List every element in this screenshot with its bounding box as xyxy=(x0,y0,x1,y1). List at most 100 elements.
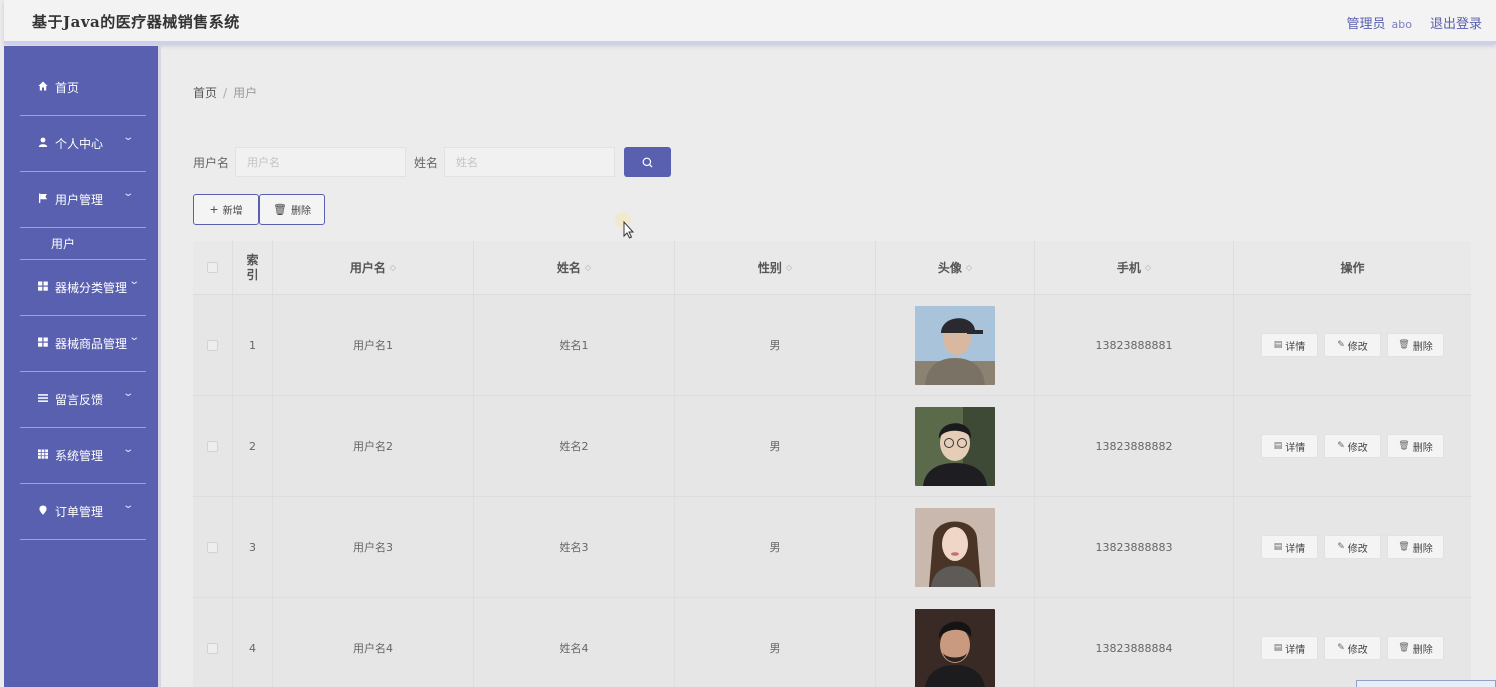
edit-icon: ✎ xyxy=(1337,542,1345,552)
row-username: 用户名3 xyxy=(273,497,474,597)
logout-link[interactable]: 退出登录 xyxy=(1430,13,1482,32)
breadcrumb-current: 用户 xyxy=(233,86,258,100)
edit-button[interactable]: ✎ 修改 xyxy=(1324,535,1381,559)
row-checkbox[interactable] xyxy=(207,339,218,351)
sidebar-item-profile[interactable]: 个人中心 ⌄ xyxy=(20,116,146,172)
header-actions-label: 操作 xyxy=(1340,261,1365,275)
edit-button-label: 修改 xyxy=(1347,644,1368,656)
row-sex: 男 xyxy=(675,598,876,687)
header-index-label: 索引 xyxy=(246,252,259,282)
admin-username: abo xyxy=(1391,18,1412,31)
table-row: 2 用户名2 姓名2 男 13823888882 ▤ 详情 ✎ 修改 🗑 删除 xyxy=(193,396,1471,497)
grid-icon xyxy=(38,449,48,462)
header-avatar-label: 头像 xyxy=(937,261,962,275)
header-sex[interactable]: 性别 ◇ xyxy=(675,241,876,294)
avatar[interactable] xyxy=(915,507,995,587)
admin-role: 管理员 xyxy=(1346,17,1386,32)
delete-button-label: 删除 xyxy=(290,206,311,217)
sort-icon: ◇ xyxy=(389,263,397,272)
edit-button[interactable]: ✎ 修改 xyxy=(1324,636,1381,660)
row-phone: 13823888884 xyxy=(1035,598,1234,687)
row-avatar-cell xyxy=(876,295,1035,395)
detail-button[interactable]: ▤ 详情 xyxy=(1261,636,1318,660)
row-phone: 13823888881 xyxy=(1035,295,1234,395)
row-username: 用户名4 xyxy=(273,598,474,687)
header-name[interactable]: 姓名 ◇ xyxy=(474,241,675,294)
sidebar-item-order-management[interactable]: 订单管理 ⌄ xyxy=(20,484,146,540)
sidebar-item-category-management[interactable]: 器械分类管理 ⌄ xyxy=(20,260,146,316)
row-checkbox[interactable] xyxy=(207,440,218,452)
chevron-down-icon: ⌄ xyxy=(127,276,140,287)
breadcrumb-home[interactable]: 首页 xyxy=(193,86,217,100)
row-username: 用户名1 xyxy=(273,295,474,395)
flag-icon xyxy=(38,193,48,206)
sort-icon: ◇ xyxy=(1144,263,1152,272)
row-actions: ▤ 详情 ✎ 修改 🗑 删除 xyxy=(1234,598,1471,687)
document-icon: ▤ xyxy=(1273,441,1283,451)
row-phone: 13823888882 xyxy=(1035,396,1234,496)
search-button[interactable] xyxy=(624,147,672,177)
detail-button[interactable]: ▤ 详情 xyxy=(1261,535,1318,559)
sidebar-item-product-management[interactable]: 器械商品管理 ⌄ xyxy=(20,316,146,372)
header-avatar[interactable]: 头像 ◇ xyxy=(876,241,1035,294)
document-icon: ▤ xyxy=(1273,542,1283,552)
add-button[interactable]: + 新增 xyxy=(193,194,259,225)
row-index: 1 xyxy=(233,295,273,395)
detail-button-label: 详情 xyxy=(1285,341,1306,353)
delete-button[interactable]: 🗑 删除 xyxy=(1387,636,1444,660)
row-checkbox-cell xyxy=(193,396,233,496)
sidebar-subitem-user[interactable]: 用户 xyxy=(20,228,146,260)
delete-button[interactable]: 🗑 删除 xyxy=(1387,535,1444,559)
batch-delete-button[interactable]: 🗑 删除 xyxy=(259,194,325,225)
select-all-checkbox[interactable] xyxy=(207,262,218,273)
edit-icon: ✎ xyxy=(1337,441,1345,451)
avatar[interactable] xyxy=(915,305,995,385)
top-bar: 基于Java的医疗器械销售系统 管理员 abo 退出登录 xyxy=(4,0,1496,44)
sidebar: 首页 个人中心 ⌄ 用户管理 ⌄ 用户 器械分类管理 ⌄ 器械商品管理 ⌄ 留言… xyxy=(4,46,158,687)
detail-button[interactable]: ▤ 详情 xyxy=(1261,434,1318,458)
trash-icon: 🗑 xyxy=(1398,340,1410,350)
row-checkbox-cell xyxy=(193,598,233,687)
delete-button[interactable]: 🗑 删除 xyxy=(1387,333,1444,357)
avatar[interactable] xyxy=(915,608,995,687)
header-username[interactable]: 用户名 ◇ xyxy=(273,241,474,294)
list-icon xyxy=(38,393,48,406)
row-checkbox[interactable] xyxy=(207,642,218,654)
row-index: 3 xyxy=(233,497,273,597)
name-search-input[interactable]: 姓名 xyxy=(444,147,616,177)
row-index: 2 xyxy=(233,396,273,496)
search-bar: 用户名 用户名 姓名 姓名 xyxy=(193,147,672,177)
row-name: 姓名3 xyxy=(474,497,675,597)
sidebar-item-home[interactable]: 首页 xyxy=(20,60,146,116)
chevron-down-icon: ⌄ xyxy=(121,388,134,399)
sidebar-item-system-management[interactable]: 系统管理 ⌄ xyxy=(20,428,146,484)
chevron-down-icon: ⌄ xyxy=(121,500,134,511)
detail-button[interactable]: ▤ 详情 xyxy=(1261,333,1318,357)
select-all-cell xyxy=(193,241,233,294)
header-phone[interactable]: 手机 ◇ xyxy=(1035,241,1234,294)
name-search-label: 姓名 xyxy=(414,155,439,170)
user-icon xyxy=(38,137,48,150)
edit-button[interactable]: ✎ 修改 xyxy=(1324,333,1381,357)
delete-button-label: 删除 xyxy=(1412,543,1433,555)
delete-button[interactable]: 🗑 删除 xyxy=(1387,434,1444,458)
detail-button-label: 详情 xyxy=(1285,442,1306,454)
username-search-label: 用户名 xyxy=(193,155,230,170)
breadcrumb: 首页 / 用户 xyxy=(193,84,257,101)
trash-icon: 🗑 xyxy=(1398,441,1410,451)
avatar[interactable] xyxy=(915,406,995,486)
edit-button[interactable]: ✎ 修改 xyxy=(1324,434,1381,458)
detail-button-label: 详情 xyxy=(1285,644,1306,656)
sidebar-item-user-management[interactable]: 用户管理 ⌄ xyxy=(20,172,146,228)
breadcrumb-separator: / xyxy=(223,86,228,100)
sidebar-item-label: 留言反馈 xyxy=(55,393,104,407)
username-search-input[interactable]: 用户名 xyxy=(235,147,407,177)
sidebar-item-feedback[interactable]: 留言反馈 ⌄ xyxy=(20,372,146,428)
plus-icon: + xyxy=(209,203,219,216)
sort-icon: ◇ xyxy=(965,263,973,272)
sidebar-item-label: 个人中心 xyxy=(55,137,104,151)
sidebar-item-label: 用户管理 xyxy=(55,193,104,207)
edit-button-label: 修改 xyxy=(1347,341,1368,353)
row-checkbox[interactable] xyxy=(207,541,218,553)
grid-icon xyxy=(38,281,48,294)
